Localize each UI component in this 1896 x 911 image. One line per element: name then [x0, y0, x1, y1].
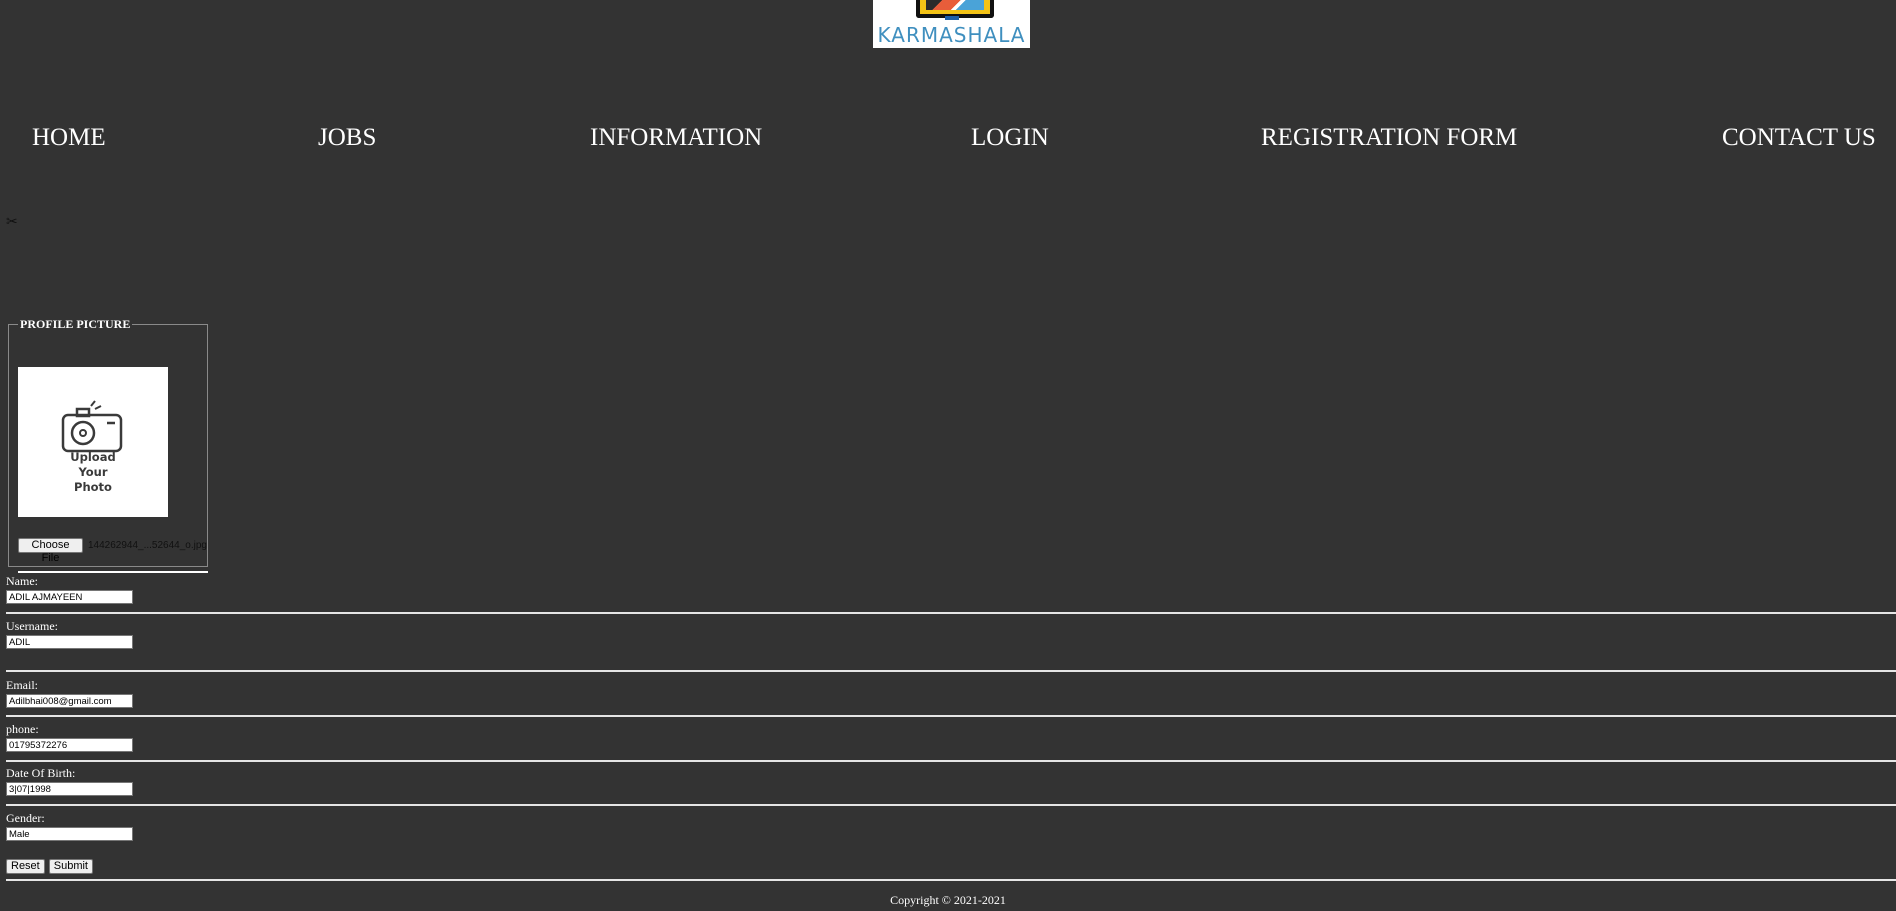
divider: [6, 760, 1896, 762]
form-actions: Reset Submit: [6, 859, 93, 874]
selected-file-name: 144262944_...52644_o.jpg: [87, 539, 207, 551]
nav-login[interactable]: LOGIN: [971, 124, 1049, 152]
gender-label: Gender:: [6, 811, 45, 825]
submit-button[interactable]: Submit: [48, 859, 93, 874]
karmashala-logo: KARMASHALA: [873, 0, 1030, 48]
logo-wordmark: KARMASHALA: [877, 23, 1026, 47]
nav-registration-form[interactable]: REGISTRATION FORM: [1261, 124, 1517, 152]
photo-preview: Upload Your Photo: [18, 367, 168, 517]
upload-photo-text: Upload Your Photo: [70, 450, 116, 494]
divider: [6, 879, 1896, 881]
name-field: Name:: [6, 575, 133, 604]
profile-picture-legend: PROFILE PICTURE: [20, 317, 131, 331]
broken-image-icon: ✂: [6, 215, 18, 230]
dob-field: Date Of Birth:: [6, 767, 133, 796]
reset-button[interactable]: Reset: [6, 859, 45, 874]
gender-input[interactable]: [6, 827, 133, 841]
file-input: Choose File 144262944_...52644_o.jpg: [18, 537, 207, 564]
nav-contact-us[interactable]: CONTACT US: [1722, 124, 1876, 152]
email-input[interactable]: [6, 694, 133, 708]
username-label: Username:: [6, 619, 58, 633]
nav-jobs[interactable]: JOBS: [318, 124, 376, 152]
name-label: Name:: [6, 574, 38, 588]
camera-icon: [61, 400, 123, 453]
name-input[interactable]: [6, 590, 133, 604]
profile-picture-fieldset: PROFILE PICTURE Upload Your Photo Choose…: [8, 317, 208, 573]
fieldset-divider: [18, 571, 208, 573]
username-input[interactable]: [6, 635, 133, 649]
phone-input[interactable]: [6, 738, 133, 752]
email-label: Email:: [6, 678, 38, 692]
dob-label: Date Of Birth:: [6, 766, 76, 780]
divider: [6, 612, 1896, 614]
choose-file-button[interactable]: Choose File: [18, 537, 83, 564]
monitor-stand-icon: [945, 16, 959, 20]
divider: [6, 670, 1896, 672]
gender-field: Gender:: [6, 812, 133, 841]
phone-label: phone:: [6, 722, 39, 736]
username-field: Username:: [6, 620, 133, 649]
nav-information[interactable]: INFORMATION: [590, 124, 762, 152]
footer-copyright: Copyright © 2021-2021: [890, 893, 1006, 907]
nav-home[interactable]: HOME: [32, 124, 106, 152]
dob-input[interactable]: [6, 782, 133, 796]
main-nav: HOME JOBS INFORMATION LOGIN REGISTRATION…: [0, 124, 1896, 158]
divider: [6, 715, 1896, 717]
divider: [6, 804, 1896, 806]
phone-field: phone:: [6, 723, 133, 752]
email-field: Email:: [6, 679, 133, 708]
